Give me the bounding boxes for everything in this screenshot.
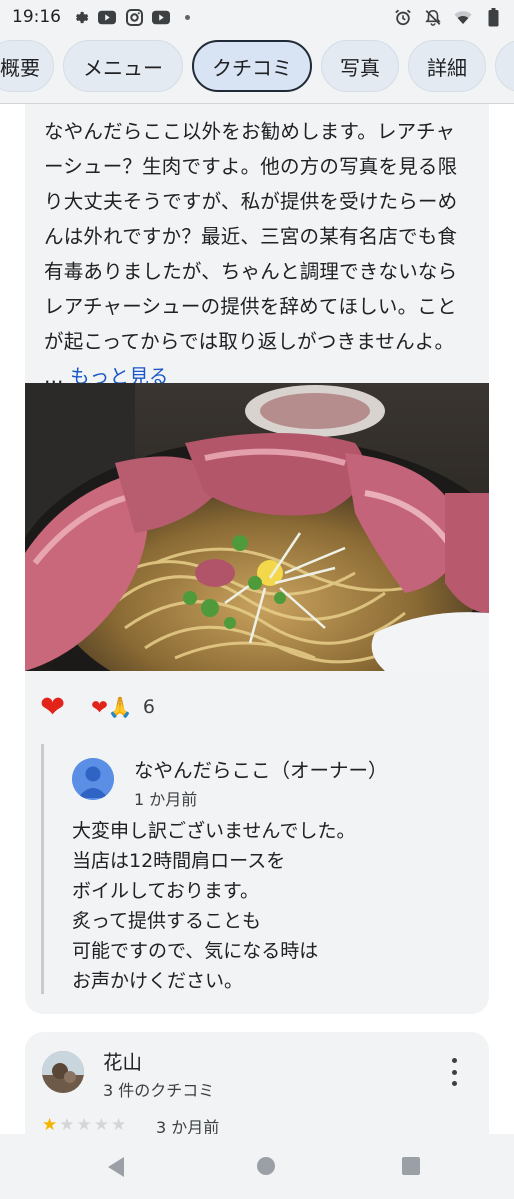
tab-reviews[interactable]: クチコミ [192,40,312,92]
owner-avatar [72,758,114,800]
tab-menu[interactable]: メニュー [63,40,183,92]
tab-more-partial[interactable] [495,40,514,92]
reactions-row: ❤ ❤🙏 6 [40,690,155,725]
star-icon: ★ [111,1115,127,1134]
tab-details-label: 詳細 [427,55,467,80]
battery-icon [484,7,502,26]
owner-reply-time: 1 か月前 [134,790,198,809]
star-rating: ★ ★ ★ ★ ★ [42,1115,126,1134]
reviewer-review-count: 3 件のクチコミ [103,1081,215,1100]
notification-dot-icon [185,14,190,20]
star-icon: ★ [42,1115,58,1134]
recent-apps-icon[interactable] [401,1156,421,1180]
status-bar: 19:16 [0,0,514,34]
reviewer-name[interactable]: 花山 [103,1046,142,1075]
wifi-icon [454,8,472,26]
next-review-card[interactable]: 花山 3 件のクチコミ ★ ★ ★ ★ ★ 3 か月前 [25,1032,489,1134]
gear-icon [71,8,89,26]
reviews-list[interactable]: なやんだらここ以外をお勧めします。レアチャーシュー？生肉ですよ。他の方の写真を見… [0,104,514,1134]
review-photo[interactable] [25,383,489,671]
back-icon[interactable] [106,1156,126,1182]
home-icon[interactable] [256,1156,276,1180]
bell-off-icon [424,8,442,26]
review-body: なやんだらここ以外をお勧めします。レアチャーシュー？生肉ですよ。他の方の写真を見… [44,120,458,353]
tab-overview[interactable]: 概要 [0,40,54,92]
system-nav-bar [0,1134,514,1199]
tab-overview-label: 概要 [0,55,40,80]
tab-bar: 概要 メニュー クチコミ 写真 詳細 [0,34,514,104]
reaction-count: 6 [142,696,155,718]
star-icon: ★ [76,1115,92,1134]
review-time: 3 か月前 [156,1118,220,1134]
review-text: なやんだらここ以外をお勧めします。レアチャーシュー？生肉ですよ。他の方の写真を見… [44,114,474,394]
tab-reviews-label: クチコミ [212,55,292,80]
more-options-icon[interactable] [449,1058,459,1086]
tab-details[interactable]: 詳細 [408,40,486,92]
owner-reply: なやんだらここ（オーナー） 1 か月前 大変申し訳ございませんでした。 当店は1… [41,744,461,994]
tab-menu-label: メニュー [83,55,163,80]
owner-reply-text: 大変申し訳ございませんでした。 当店は12時間肩ロースを ボイルしております。 … [72,820,356,992]
tab-photos[interactable]: 写真 [321,40,399,92]
alarm-icon [394,8,412,26]
youtube-icon [152,8,170,26]
star-icon: ★ [93,1115,109,1134]
status-time: 19:16 [12,7,61,27]
owner-name: なやんだらここ（オーナー） [134,759,388,782]
star-icon: ★ [59,1115,75,1134]
youtube-icon [98,8,116,26]
reviewer-avatar[interactable] [42,1051,84,1093]
instagram-icon [125,8,143,26]
reaction-summary-icon: ❤🙏 [91,695,133,719]
heart-reaction-button[interactable]: ❤ [40,690,65,725]
tab-photos-label: 写真 [340,55,380,80]
